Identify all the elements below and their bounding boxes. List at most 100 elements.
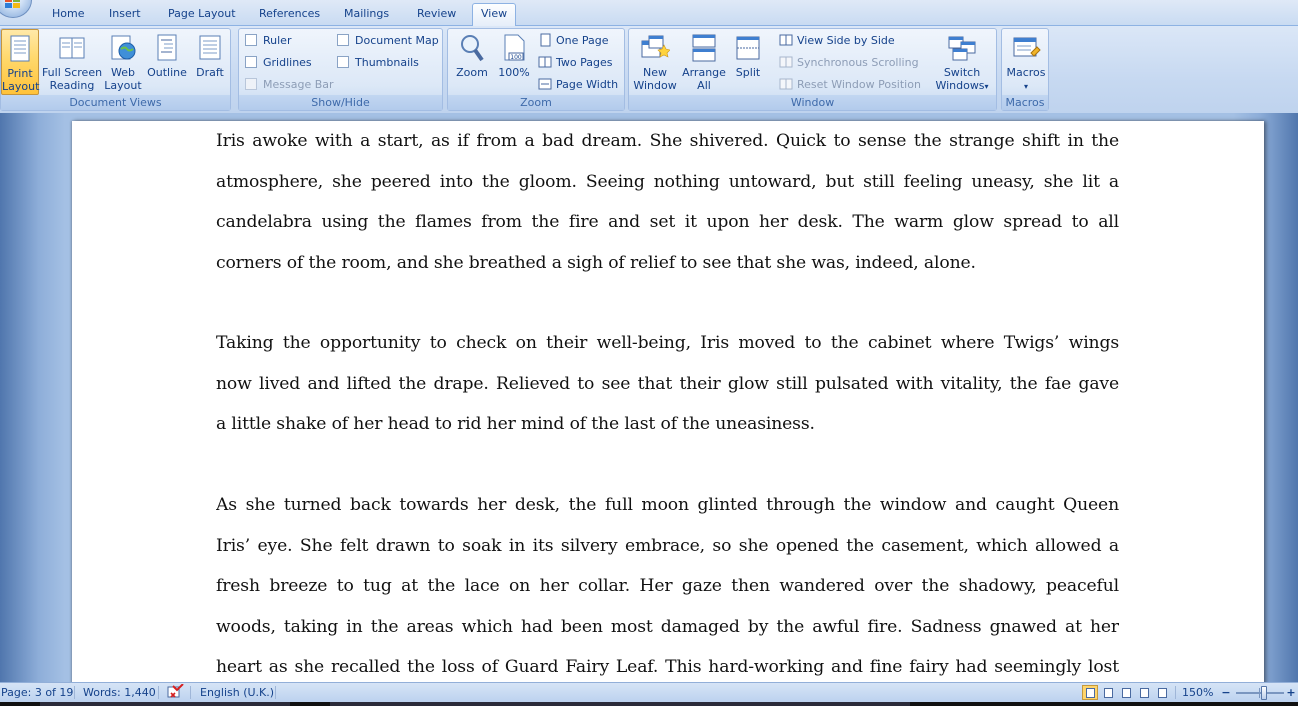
sync-scroll-icon xyxy=(779,56,793,68)
arrange-all-button[interactable]: Arrange All xyxy=(681,29,727,95)
document-map-label: Document Map xyxy=(355,34,439,47)
group-zoom: Zoom 100 100% One Page Two Pages Page Wi… xyxy=(447,28,625,111)
message-bar-checkbox-box xyxy=(245,78,257,90)
text-line[interactable]: corners of the room, and she breathed a … xyxy=(216,243,1119,284)
synchronous-scrolling-button: Synchronous Scrolling xyxy=(779,54,919,72)
gridlines-checkbox-box[interactable] xyxy=(245,56,257,68)
outline-button[interactable]: Outline xyxy=(144,29,190,95)
paragraph-3[interactable]: As she turned back towards her desk, the… xyxy=(216,485,1119,682)
print-layout-button[interactable]: Print Layout xyxy=(1,29,39,95)
paragraph-1[interactable]: Iris awoke with a start, as if from a ba… xyxy=(216,121,1119,283)
zoom-level-indicator[interactable]: 150% xyxy=(1182,683,1213,702)
split-button[interactable]: Split xyxy=(730,29,766,95)
ruler-label: Ruler xyxy=(263,34,292,47)
word-count-indicator[interactable]: Words: 1,440 xyxy=(83,683,156,702)
arrange-all-label-1: Arrange xyxy=(682,66,726,79)
show-hide-group-label: Show/Hide xyxy=(239,95,442,110)
web-layout-view-button[interactable] xyxy=(1118,685,1134,700)
text-line[interactable]: now lived and lifted the drape. Relieved… xyxy=(216,364,1119,405)
gridlines-checkbox[interactable]: Gridlines xyxy=(245,54,312,72)
text-line[interactable]: woods, taking in the areas which had bee… xyxy=(216,607,1119,648)
zoom-100-icon: 100 xyxy=(504,34,525,61)
ribbon: Print Layout Full Screen Reading Web Lay… xyxy=(0,26,1298,113)
zoom-button[interactable]: Zoom xyxy=(452,29,492,95)
text-line[interactable]: a little shake of her head to rid her mi… xyxy=(216,404,1119,445)
one-page-button[interactable]: One Page xyxy=(538,32,609,50)
proofing-errors-icon[interactable] xyxy=(166,683,186,702)
tab-view[interactable]: View xyxy=(472,3,517,27)
full-screen-view-button[interactable] xyxy=(1100,685,1116,700)
reset-window-position-button: Reset Window Position xyxy=(779,76,921,94)
text-line[interactable]: fresh breeze to tug at the lace on her c… xyxy=(216,566,1119,607)
thumbnails-checkbox-box[interactable] xyxy=(337,56,349,68)
draft-label: Draft xyxy=(196,66,224,79)
zoom-label: Zoom xyxy=(456,66,488,79)
text-line[interactable]: As she turned back towards her desk, the… xyxy=(216,485,1119,526)
full-screen-label-1: Full Screen xyxy=(41,66,103,79)
tab-review[interactable]: Review xyxy=(417,6,456,26)
zoom-100-label: 100% xyxy=(498,66,530,79)
tab-page-layout[interactable]: Page Layout xyxy=(168,6,236,26)
text-line[interactable]: Taking the opportunity to check on their… xyxy=(216,323,1119,364)
outline-label: Outline xyxy=(147,66,187,79)
document-page[interactable]: Iris awoke with a start, as if from a ba… xyxy=(72,121,1264,682)
two-pages-icon xyxy=(538,56,552,68)
status-divider xyxy=(158,686,159,699)
document-map-checkbox[interactable]: Document Map xyxy=(337,32,439,50)
arrange-all-label-2: All xyxy=(697,79,711,92)
zoom-in-button[interactable]: + xyxy=(1284,683,1298,702)
new-window-label-1: New xyxy=(643,66,667,79)
draft-view-button[interactable] xyxy=(1154,685,1170,700)
document-map-checkbox-box[interactable] xyxy=(337,34,349,46)
tab-mailings[interactable]: Mailings xyxy=(344,6,389,26)
text-line[interactable]: Iris awoke with a start, as if from a ba… xyxy=(216,121,1119,162)
zoom-slider[interactable] xyxy=(1236,686,1284,700)
office-button[interactable] xyxy=(0,0,32,18)
status-divider xyxy=(1175,686,1176,699)
text-line[interactable]: heart as she recalled the loss of Guard … xyxy=(216,647,1119,682)
switch-windows-button[interactable]: Switch Windows▾ xyxy=(929,29,995,95)
ruler-checkbox-box[interactable] xyxy=(245,34,257,46)
page-count-indicator[interactable]: Page: 3 of 19 xyxy=(1,683,73,702)
web-layout-button[interactable]: Web Layout xyxy=(103,29,143,95)
ruler-checkbox[interactable]: Ruler xyxy=(245,32,291,50)
thumbnails-checkbox[interactable]: Thumbnails xyxy=(337,54,419,72)
tab-references[interactable]: References xyxy=(259,6,320,26)
paragraph-2[interactable]: Taking the opportunity to check on their… xyxy=(216,323,1119,445)
two-pages-button[interactable]: Two Pages xyxy=(538,54,612,72)
ribbon-tab-bar: Home Insert Page Layout References Maili… xyxy=(0,0,1298,27)
text-line[interactable]: candelabra using the flames from the fir… xyxy=(216,202,1119,243)
page-width-label: Page Width xyxy=(556,78,619,91)
sync-scrolling-label: Synchronous Scrolling xyxy=(797,56,919,69)
macros-button[interactable]: Macros ▾ xyxy=(1004,29,1048,95)
page-width-button[interactable]: Page Width xyxy=(538,76,618,94)
text-line[interactable]: Iris’ eye. She felt drawn to soak in its… xyxy=(216,526,1119,567)
zoom-out-button[interactable]: − xyxy=(1218,683,1234,702)
zoom-100-button[interactable]: 100 100% xyxy=(496,29,532,95)
view-side-by-side-label: View Side by Side xyxy=(797,34,895,47)
page-width-icon xyxy=(538,78,552,90)
full-screen-reading-icon xyxy=(59,37,85,59)
view-side-by-side-button[interactable]: View Side by Side xyxy=(779,32,895,50)
tab-insert[interactable]: Insert xyxy=(109,6,141,26)
thumbnails-label: Thumbnails xyxy=(355,56,419,69)
text-line[interactable]: atmosphere, she peered into the gloom. S… xyxy=(216,162,1119,203)
language-indicator[interactable]: English (U.K.) xyxy=(200,683,274,702)
print-layout-view-button[interactable] xyxy=(1082,685,1098,700)
tab-home[interactable]: Home xyxy=(52,6,84,26)
taskbar-segment xyxy=(330,702,910,706)
switch-windows-dropdown-icon: ▾ xyxy=(984,82,989,91)
web-layout-label-2: Layout xyxy=(104,79,142,92)
full-screen-reading-button[interactable]: Full Screen Reading xyxy=(41,29,103,95)
new-window-button[interactable]: New Window xyxy=(631,29,679,95)
draft-button[interactable]: Draft xyxy=(191,29,229,95)
zoom-slider-thumb[interactable] xyxy=(1261,686,1267,700)
group-show-hide: Ruler Gridlines Message Bar Document Map… xyxy=(238,28,443,111)
web-layout-icon xyxy=(111,35,136,60)
macros-label: Macros xyxy=(1006,66,1046,79)
macros-icon xyxy=(1013,37,1041,57)
message-bar-label: Message Bar xyxy=(263,78,334,91)
zoom-group-label: Zoom xyxy=(448,95,624,110)
outline-view-button[interactable] xyxy=(1136,685,1152,700)
message-bar-checkbox: Message Bar xyxy=(245,76,334,94)
